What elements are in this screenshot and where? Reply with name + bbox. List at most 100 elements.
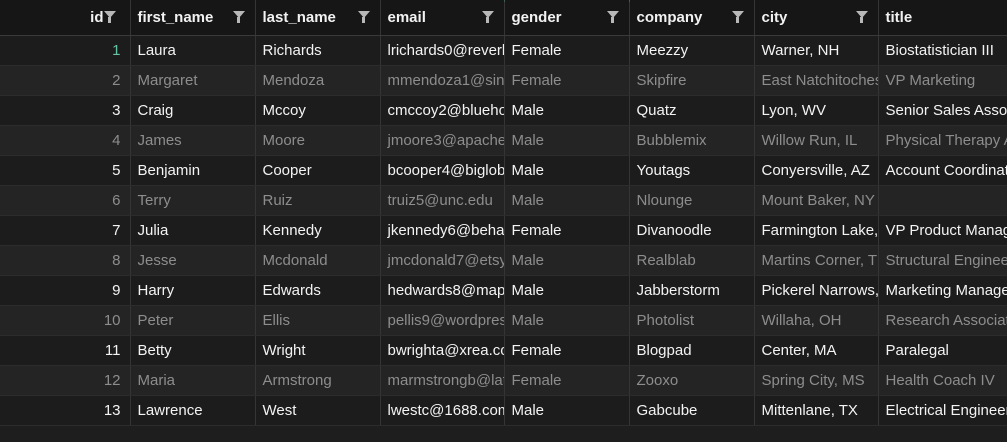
- cell-gender[interactable]: Male: [504, 275, 630, 306]
- cell-gender[interactable]: Male: [504, 395, 630, 426]
- cell-company[interactable]: Photolist: [629, 305, 755, 336]
- column-header-gender[interactable]: gender: [504, 0, 630, 36]
- cell-last-name[interactable]: Cooper: [255, 155, 381, 186]
- cell-last-name[interactable]: Mccoy: [255, 95, 381, 126]
- cell-gender[interactable]: Female: [504, 35, 630, 66]
- cell-title[interactable]: Paralegal: [878, 335, 1007, 366]
- cell-gender[interactable]: Female: [504, 215, 630, 246]
- cell-city[interactable]: Conyersville, AZ: [754, 155, 879, 186]
- cell-company[interactable]: Jabberstorm: [629, 275, 755, 306]
- cell-last-name[interactable]: Ruiz: [255, 185, 381, 216]
- cell-id[interactable]: 4: [0, 125, 131, 156]
- cell-first-name[interactable]: Margaret: [130, 65, 256, 96]
- filter-icon[interactable]: [357, 11, 370, 23]
- cell-gender[interactable]: Male: [504, 125, 630, 156]
- cell-title[interactable]: Physical Therapy Assistant: [878, 125, 1007, 156]
- cell-email[interactable]: jkennedy6@behance.net: [380, 215, 505, 246]
- cell-first-name[interactable]: Terry: [130, 185, 256, 216]
- table-row[interactable]: 11 Betty Wright bwrighta@xrea.com Female…: [0, 335, 1007, 366]
- cell-gender[interactable]: Male: [504, 305, 630, 336]
- cell-email[interactable]: jmoore3@apache.org: [380, 125, 505, 156]
- cell-last-name[interactable]: Richards: [255, 35, 381, 66]
- cell-email[interactable]: cmccoy2@bluehost.com: [380, 95, 505, 126]
- cell-id[interactable]: 13: [0, 395, 131, 426]
- cell-first-name[interactable]: Lawrence: [130, 395, 256, 426]
- filter-icon[interactable]: [731, 11, 744, 23]
- cell-company[interactable]: Gabcube: [629, 395, 755, 426]
- cell-first-name[interactable]: Peter: [130, 305, 256, 336]
- cell-first-name[interactable]: Jesse: [130, 245, 256, 276]
- cell-last-name[interactable]: West: [255, 395, 381, 426]
- cell-id[interactable]: 10: [0, 305, 131, 336]
- cell-id[interactable]: 6: [0, 185, 131, 216]
- column-header-id[interactable]: id: [0, 0, 131, 36]
- cell-title[interactable]: VP Marketing: [878, 65, 1007, 96]
- cell-city[interactable]: Farmington Lake, OR: [754, 215, 879, 246]
- cell-id[interactable]: 8: [0, 245, 131, 276]
- cell-last-name[interactable]: Mendoza: [255, 65, 381, 96]
- cell-id[interactable]: 11: [0, 335, 131, 366]
- column-header-last-name[interactable]: last_name: [255, 0, 381, 36]
- cell-city[interactable]: Willaha, OH: [754, 305, 879, 336]
- cell-title[interactable]: [878, 185, 1007, 216]
- cell-company[interactable]: Nlounge: [629, 185, 755, 216]
- cell-gender[interactable]: Male: [504, 95, 630, 126]
- table-row[interactable]: 10 Peter Ellis pellis9@wordpress.org Mal…: [0, 305, 1007, 336]
- cell-first-name[interactable]: Benjamin: [130, 155, 256, 186]
- column-header-title[interactable]: title: [878, 0, 1007, 36]
- cell-gender[interactable]: Male: [504, 185, 630, 216]
- cell-first-name[interactable]: Maria: [130, 365, 256, 396]
- cell-title[interactable]: Electrical Engineer: [878, 395, 1007, 426]
- filter-icon[interactable]: [481, 11, 494, 23]
- cell-email[interactable]: pellis9@wordpress.org: [380, 305, 505, 336]
- table-row[interactable]: 13 Lawrence West lwestc@1688.com Male Ga…: [0, 395, 1007, 426]
- cell-email[interactable]: bwrighta@xrea.com: [380, 335, 505, 366]
- cell-city[interactable]: Pickerel Narrows, WI: [754, 275, 879, 306]
- table-row[interactable]: 8 Jesse Mcdonald jmcdonald7@etsy.com Mal…: [0, 245, 1007, 276]
- cell-gender[interactable]: Male: [504, 245, 630, 276]
- cell-title[interactable]: Account Coordinator: [878, 155, 1007, 186]
- cell-company[interactable]: Bubblemix: [629, 125, 755, 156]
- table-row[interactable]: 3 Craig Mccoy cmccoy2@bluehost.com Male …: [0, 95, 1007, 126]
- table-row[interactable]: 4 James Moore jmoore3@apache.org Male Bu…: [0, 125, 1007, 156]
- cell-title[interactable]: Research Associate: [878, 305, 1007, 336]
- cell-gender[interactable]: Female: [504, 65, 630, 96]
- cell-email[interactable]: truiz5@unc.edu: [380, 185, 505, 216]
- cell-last-name[interactable]: Wright: [255, 335, 381, 366]
- cell-city[interactable]: Willow Run, IL: [754, 125, 879, 156]
- cell-city[interactable]: Martins Corner, TN: [754, 245, 879, 276]
- filter-icon[interactable]: [606, 11, 619, 23]
- cell-title[interactable]: VP Product Management: [878, 215, 1007, 246]
- cell-title[interactable]: Biostatistician III: [878, 35, 1007, 66]
- cell-city[interactable]: East Natchitoches, PA: [754, 65, 879, 96]
- cell-title[interactable]: Senior Sales Associate: [878, 95, 1007, 126]
- cell-company[interactable]: Quatz: [629, 95, 755, 126]
- cell-title[interactable]: Structural Engineer: [878, 245, 1007, 276]
- cell-first-name[interactable]: Laura: [130, 35, 256, 66]
- cell-company[interactable]: Divanoodle: [629, 215, 755, 246]
- cell-title[interactable]: Marketing Manager: [878, 275, 1007, 306]
- cell-email[interactable]: lrichards0@reverbnation.com: [380, 35, 505, 66]
- column-header-first-name[interactable]: first_name: [130, 0, 256, 36]
- filter-icon[interactable]: [232, 11, 245, 23]
- cell-last-name[interactable]: Mcdonald: [255, 245, 381, 276]
- cell-title[interactable]: Health Coach IV: [878, 365, 1007, 396]
- cell-first-name[interactable]: Craig: [130, 95, 256, 126]
- cell-company[interactable]: Youtags: [629, 155, 755, 186]
- cell-first-name[interactable]: James: [130, 125, 256, 156]
- table-row[interactable]: 7 Julia Kennedy jkennedy6@behance.net Fe…: [0, 215, 1007, 246]
- cell-company[interactable]: Meezzy: [629, 35, 755, 66]
- cell-city[interactable]: Mittenlane, TX: [754, 395, 879, 426]
- cell-email[interactable]: bcooper4@bigloboo.ne.jp: [380, 155, 505, 186]
- cell-company[interactable]: Zooxo: [629, 365, 755, 396]
- table-row[interactable]: 1 Laura Richards lrichards0@reverbnation…: [0, 35, 1007, 66]
- column-header-email[interactable]: email: [380, 0, 505, 36]
- cell-company[interactable]: Skipfire: [629, 65, 755, 96]
- cell-email[interactable]: lwestc@1688.com: [380, 395, 505, 426]
- cell-first-name[interactable]: Betty: [130, 335, 256, 366]
- table-row[interactable]: 5 Benjamin Cooper bcooper4@bigloboo.ne.j…: [0, 155, 1007, 186]
- cell-city[interactable]: Mount Baker, NY: [754, 185, 879, 216]
- cell-email[interactable]: marmstrongb@latimes.com: [380, 365, 505, 396]
- column-header-company[interactable]: company: [629, 0, 755, 36]
- cell-city[interactable]: Warner, NH: [754, 35, 879, 66]
